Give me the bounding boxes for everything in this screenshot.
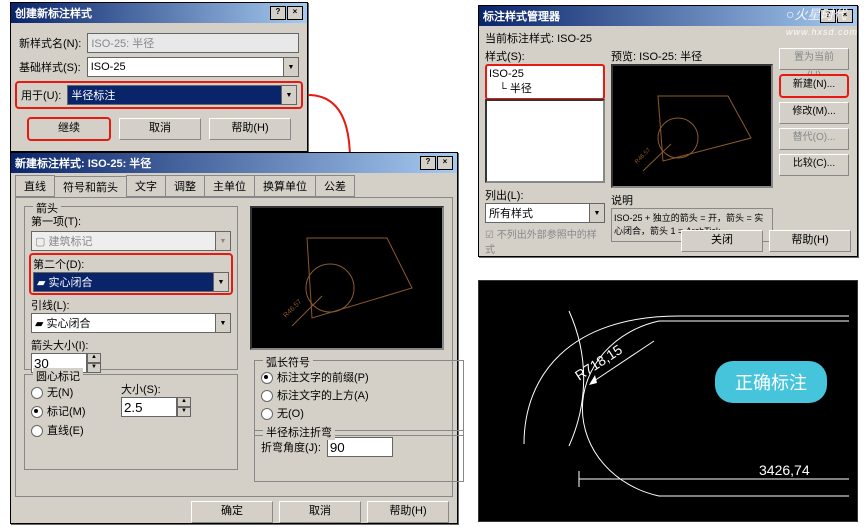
use-label: 用于(U):	[21, 87, 61, 103]
tab-primary[interactable]: 主单位	[204, 175, 255, 197]
xref-checkbox-label: ☑ 不列出外部参照中的样式	[485, 226, 605, 256]
preview-pane: R46.57	[611, 64, 773, 188]
styles-listbox[interactable]: ISO-25 └ 半径	[485, 64, 605, 100]
jog-field[interactable]	[327, 437, 393, 457]
spin-up-icon[interactable]: ▲	[177, 397, 191, 407]
styles-listbox-body[interactable]	[485, 99, 605, 183]
help-button[interactable]: 帮助(H)	[769, 230, 851, 252]
list-item[interactable]: └ 半径	[489, 80, 601, 96]
help-icon[interactable]: ?	[270, 6, 286, 20]
chevron-down-icon: ▼	[589, 204, 604, 222]
radio-arc-above[interactable]	[261, 390, 273, 402]
help-button[interactable]: 帮助(H)	[209, 118, 291, 140]
chevron-down-icon: ▼	[213, 273, 228, 291]
compare-button[interactable]: 比较(C)...	[779, 154, 849, 176]
close-button[interactable]: 关闭	[681, 230, 763, 252]
use-combo[interactable]: 半径标注▼	[67, 85, 297, 105]
leader-combo[interactable]: ▰ 实心闭合▼	[31, 313, 231, 333]
cancel-button[interactable]: 取消	[279, 501, 361, 523]
result-drawing: R718,15 3426,74 正确标注	[478, 280, 858, 522]
tab-alt[interactable]: 换算单位	[254, 175, 316, 197]
second-combo[interactable]: ▰ 实心闭合▼	[33, 272, 229, 292]
styles-label: 样式(S):	[485, 48, 605, 64]
titlebar[interactable]: 创建新标注样式 ?×	[11, 3, 307, 23]
correct-callout: 正确标注	[715, 361, 827, 403]
ok-button[interactable]: 确定	[191, 501, 273, 523]
desc-label: 说明	[611, 192, 773, 208]
modify-button[interactable]: 修改(M)...	[779, 102, 849, 124]
radio-line[interactable]	[31, 425, 43, 437]
title: 标注样式管理器	[483, 8, 560, 24]
title: 创建新标注样式	[15, 5, 92, 21]
tab-strip: 直线 符号和箭头 文字 调整 主单位 换算单位 公差	[15, 177, 453, 197]
group-title: 圆心标记	[33, 368, 83, 384]
help-icon[interactable]: ?	[420, 156, 436, 170]
close-icon[interactable]: ×	[287, 6, 303, 20]
cm-size-label: 大小(S):	[121, 381, 191, 397]
group-title: 半径标注折弯	[263, 424, 335, 440]
spin-down-icon[interactable]: ▼	[177, 407, 191, 417]
jog-group: 半径标注折弯 折弯角度(J):	[254, 430, 464, 482]
spin-up-icon[interactable]: ▲	[87, 353, 101, 363]
create-dimstyle-dialog: 创建新标注样式 ?× 新样式名(N): ISO-25: 半径 基础样式(S): …	[10, 2, 308, 152]
svg-text:R46.57: R46.57	[282, 298, 303, 319]
list-item[interactable]: ISO-25	[489, 68, 601, 80]
chevron-down-icon: ▼	[215, 232, 230, 250]
leader-label: 引线(L):	[31, 297, 231, 313]
close-icon[interactable]: ×	[437, 156, 453, 170]
edit-dimstyle-dialog: 新建标注样式: ISO-25: 半径 ?× 直线 符号和箭头 文字 调整 主单位…	[10, 152, 458, 524]
size-label: 箭头大小(I):	[31, 337, 231, 353]
center-mark-group: 圆心标记 无(N) 标记(M) 直线(E) 大小(S): ▲▼	[24, 374, 238, 470]
arrowheads-group: 箭头 第一项(T): ▢ 建筑标记▼ 第二个(D): ▰ 实心闭合▼ 引线(L)…	[24, 206, 238, 370]
help-button[interactable]: 帮助(H)	[367, 501, 449, 523]
continue-button[interactable]: 继续	[27, 117, 111, 141]
base-combo[interactable]: ISO-25▼	[87, 57, 299, 77]
dimstyle-manager-dialog: 标注样式管理器 ?× 当前标注样式: ISO-25 样式(S): ISO-25 …	[478, 5, 858, 257]
preview-label: 预览: ISO-25: 半径	[611, 48, 773, 64]
setcurrent-button[interactable]: 置为当前(U)	[779, 48, 849, 70]
radio-none[interactable]	[31, 387, 43, 399]
cancel-button[interactable]: 取消	[119, 118, 201, 140]
second-label: 第二个(D):	[33, 256, 229, 272]
cm-size-spinner[interactable]: ▲▼	[121, 397, 191, 417]
first-label: 第一项(T):	[31, 213, 231, 229]
name-label: 新样式名(N):	[19, 35, 81, 51]
group-title: 箭头	[33, 200, 61, 216]
group-title: 弧长符号	[263, 354, 313, 370]
tab-lines[interactable]: 直线	[15, 175, 55, 197]
first-combo: ▢ 建筑标记▼	[31, 231, 231, 251]
chevron-down-icon: ▼	[281, 86, 296, 104]
override-button[interactable]: 替代(O)...	[779, 128, 849, 150]
radio-arc-before[interactable]	[261, 372, 273, 384]
chevron-down-icon: ▼	[215, 314, 230, 332]
svg-text:3426,74: 3426,74	[759, 462, 810, 478]
tab-fit[interactable]: 调整	[165, 175, 205, 197]
radio-mark[interactable]	[31, 406, 43, 418]
title: 新建标注样式: ISO-25: 半径	[15, 155, 151, 171]
watermark: ○火星时代 www.hxsd.com	[786, 4, 858, 38]
name-field: ISO-25: 半径	[87, 33, 299, 53]
radio-arc-none[interactable]	[261, 408, 273, 420]
tab-arrows[interactable]: 符号和箭头	[54, 176, 127, 198]
svg-text:R46.57: R46.57	[634, 147, 652, 165]
list-filter-combo[interactable]: 所有样式▼	[485, 203, 605, 223]
svg-text:R718,15: R718,15	[572, 341, 625, 383]
tab-tol[interactable]: 公差	[315, 175, 355, 197]
new-button[interactable]: 新建(N)...	[779, 74, 849, 98]
list-label: 列出(L):	[485, 187, 605, 203]
spin-down-icon[interactable]: ▼	[87, 363, 101, 373]
tab-text[interactable]: 文字	[126, 175, 166, 197]
preview-pane: R46.57	[250, 206, 444, 350]
jog-label: 折弯角度(J):	[261, 439, 321, 455]
chevron-down-icon: ▼	[283, 58, 298, 76]
titlebar[interactable]: 新建标注样式: ISO-25: 半径 ?×	[11, 153, 457, 173]
base-label: 基础样式(S):	[19, 59, 81, 75]
